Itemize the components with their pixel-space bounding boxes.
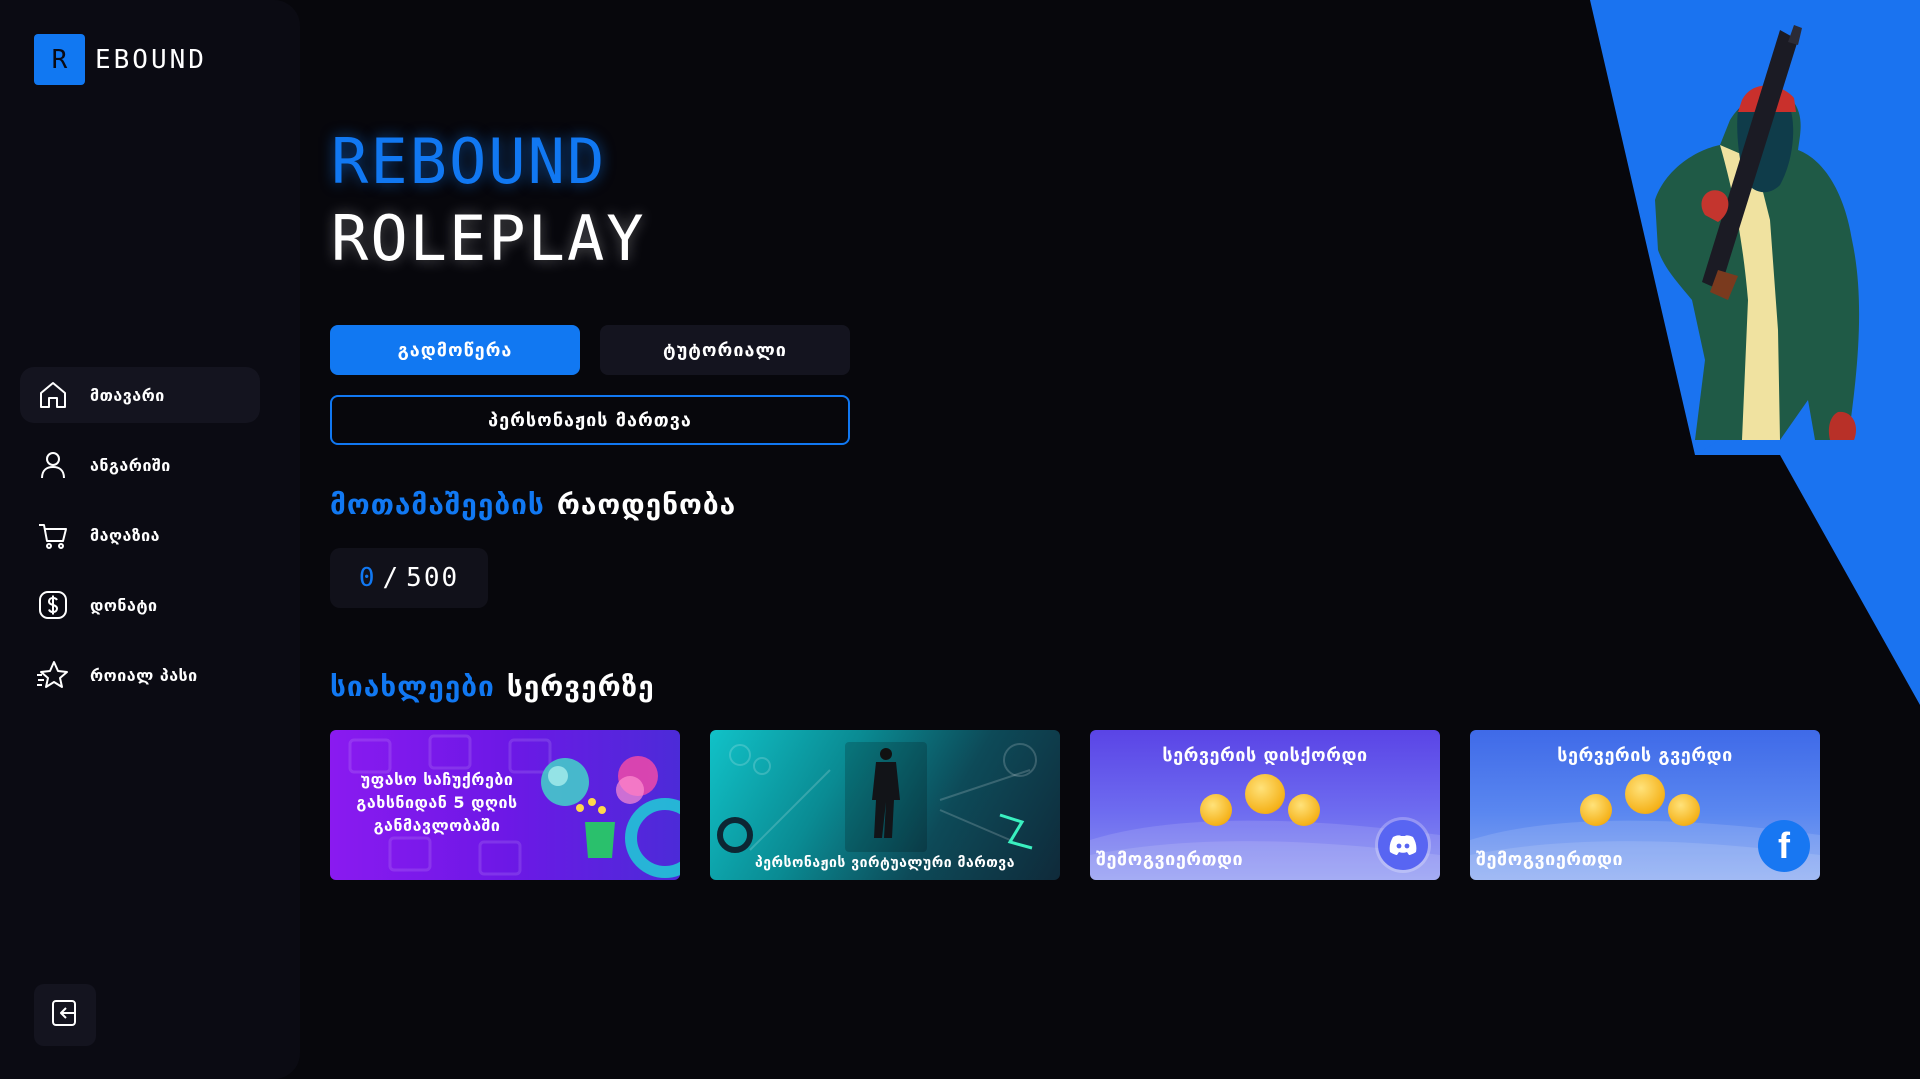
players-section-title: მოთამაშეების რაოდენობა	[330, 488, 736, 521]
winking-tongue-emoji-icon	[1245, 774, 1285, 814]
news-card-text: უფასო საჩუქრები გახსნიდან 5 დღის განმავლ…	[356, 770, 518, 835]
logout-icon	[49, 997, 81, 1033]
download-button[interactable]: გადმოწერა	[330, 325, 580, 375]
news-card-footer: შემოგვიერთდი	[1476, 849, 1624, 870]
news-card-heading: სერვერის დისქორდი	[1162, 745, 1368, 766]
player-count-max: 500	[406, 563, 460, 593]
sidebar-item-account[interactable]: ანგარიში	[20, 437, 260, 493]
players-title-white: რაოდენობა	[556, 488, 737, 521]
news-card-footer: შემოგვიერთდი	[1096, 849, 1244, 870]
news-card-text: პერსონაჟის ვირტუალური მართვა	[755, 855, 1015, 871]
player-count-separator: /	[382, 563, 401, 593]
home-icon	[36, 378, 70, 412]
sidebar-item-label: ანგარიში	[90, 455, 171, 475]
laughing-emoji-icon	[1580, 794, 1612, 826]
facebook-icon: f	[1758, 820, 1810, 872]
logout-button[interactable]	[34, 984, 96, 1046]
character-management-button[interactable]: პერსონაჟის მართვა	[330, 395, 850, 445]
news-card-free-gifts[interactable]: უფასო საჩუქრები გახსნიდან 5 დღის განმავლ…	[330, 730, 680, 880]
logo-mark: R	[34, 34, 85, 85]
sidebar-nav: მთავარი ანგარიში მაღაზია დონატი როიალ პა…	[20, 367, 260, 717]
news-card-facebook[interactable]: სერვერის გვერდი შემოგვიერთდი f	[1470, 730, 1820, 880]
sidebar-item-label: როიალ პასი	[90, 665, 198, 685]
brand-logo[interactable]: R EBOUND	[34, 34, 207, 85]
news-title-white: სერვერზე	[506, 670, 655, 703]
sidebar-item-label: დონატი	[90, 595, 158, 615]
app-root: R EBOUND მთავარი ანგარიში მაღაზია დონატი…	[0, 0, 1920, 1079]
sidebar-item-donate[interactable]: დონატი	[20, 577, 260, 633]
news-card-heading: სერვერის გვერდი	[1557, 745, 1733, 766]
sidebar-item-home[interactable]: მთავარი	[20, 367, 260, 423]
player-counter: 0/500	[330, 548, 488, 608]
user-icon	[36, 448, 70, 482]
news-title-blue: სიახლეები	[330, 670, 495, 703]
tutorial-button[interactable]: ტუტორიალი	[600, 325, 850, 375]
player-count-current: 0	[358, 563, 377, 593]
news-card-discord[interactable]: სერვერის დისქორდი შემოგვიერთდი	[1090, 730, 1440, 880]
sidebar-item-shop[interactable]: მაღაზია	[20, 507, 260, 563]
players-title-blue: მოთამაშეების	[330, 488, 545, 521]
sidebar-item-label: მაღაზია	[90, 525, 161, 545]
cart-icon	[36, 518, 70, 552]
smirk-emoji-icon	[1668, 794, 1700, 826]
hero-title-line1: REBOUND	[331, 125, 607, 198]
smirk-emoji-icon	[1288, 794, 1320, 826]
sidebar: R EBOUND მთავარი ანგარიში მაღაზია დონატი…	[0, 0, 300, 1079]
news-card-virtual-character[interactable]: პერსონაჟის ვირტუალური მართვა	[710, 730, 1060, 880]
dollar-icon	[36, 588, 70, 622]
winking-tongue-emoji-icon	[1625, 774, 1665, 814]
sidebar-item-royal-pass[interactable]: როიალ პასი	[20, 647, 260, 703]
sidebar-item-label: მთავარი	[90, 385, 165, 405]
logo-text: EBOUND	[95, 44, 207, 75]
star-icon	[36, 658, 70, 692]
hero-artwork	[1480, 0, 1920, 710]
discord-icon	[1378, 820, 1428, 870]
laughing-emoji-icon	[1200, 794, 1232, 826]
hero-title-line2: ROLEPLAY	[331, 202, 646, 275]
news-section-title: სიახლეები სერვერზე	[330, 670, 655, 703]
